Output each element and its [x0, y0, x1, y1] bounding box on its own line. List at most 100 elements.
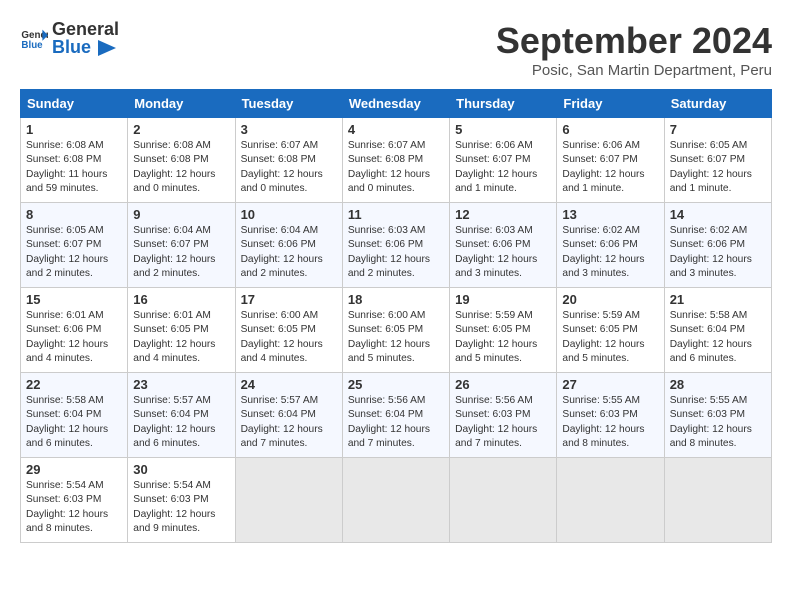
calendar-cell: 19Sunrise: 5:59 AM Sunset: 6:05 PM Dayli…	[450, 288, 557, 373]
calendar-cell	[557, 458, 664, 543]
day-info: Sunrise: 6:03 AM Sunset: 6:06 PM Dayligh…	[348, 224, 444, 281]
calendar-cell: 9Sunrise: 6:04 AM Sunset: 6:07 PM Daylig…	[128, 203, 235, 288]
day-info: Sunrise: 5:59 AM Sunset: 6:05 PM Dayligh…	[562, 309, 658, 366]
day-number: 10	[241, 207, 337, 222]
calendar-cell	[450, 458, 557, 543]
calendar-cell: 22 Sunrise: 5:58 AM Sunset: 6:04 PM Dayli…	[21, 373, 128, 458]
day-info: Sunrise: 6:04 AM Sunset: 6:06 PM Dayligh…	[241, 224, 337, 281]
calendar-cell: 12 Sunrise: 6:03 AM Sunset: 6:06 PM Dayli…	[450, 203, 557, 288]
day-info: Sunrise: 5:56 AM Sunset: 6:04 PM Dayligh…	[348, 394, 444, 451]
day-number: 16	[133, 292, 229, 307]
day-info: Sunrise: 5:57 AM Sunset: 6:04 PM Dayligh…	[133, 394, 229, 451]
day-number: 2	[133, 122, 229, 137]
calendar-cell	[342, 458, 449, 543]
day-info: Sunrise: 5:58 AM Sunset: 6:04 PM Dayligh…	[670, 309, 766, 366]
day-info: Sunrise: 5:58 AM Sunset: 6:04 PM Dayligh…	[26, 394, 122, 451]
calendar-cell: 26 Sunrise: 5:56 AM Sunset: 6:03 PM Dayli…	[450, 373, 557, 458]
location: Posic, San Martin Department, Peru	[496, 62, 772, 79]
dow-header-saturday: Saturday	[664, 90, 771, 118]
logo-blue: Blue	[52, 37, 91, 57]
calendar-cell: 17Sunrise: 6:00 AM Sunset: 6:05 PM Dayli…	[235, 288, 342, 373]
dow-header-thursday: Thursday	[450, 90, 557, 118]
calendar-cell	[235, 458, 342, 543]
day-number: 22	[26, 377, 122, 392]
day-info: Sunrise: 6:08 AM Sunset: 6:08 PM Dayligh…	[133, 139, 229, 196]
day-info: Sunrise: 6:04 AM Sunset: 6:07 PM Dayligh…	[133, 224, 229, 281]
calendar-cell: 18 Sunrise: 6:00 AM Sunset: 6:05 PM Dayli…	[342, 288, 449, 373]
dow-header-tuesday: Tuesday	[235, 90, 342, 118]
day-number: 26	[455, 377, 551, 392]
calendar-cell: 13 Sunrise: 6:02 AM Sunset: 6:06 PM Dayli…	[557, 203, 664, 288]
day-info: Sunrise: 5:59 AM Sunset: 6:05 PM Dayligh…	[455, 309, 551, 366]
logo-arrow-icon	[98, 40, 116, 56]
day-number: 4	[348, 122, 444, 137]
day-number: 6	[562, 122, 658, 137]
calendar-cell: 30 Sunrise: 5:54 AM Sunset: 6:03 PM Dayli…	[128, 458, 235, 543]
calendar-cell: 1 Sunrise: 6:08 AM Sunset: 6:08 PM Daylig…	[21, 118, 128, 203]
day-number: 24	[241, 377, 337, 392]
day-info: Sunrise: 6:05 AM Sunset: 6:07 PM Dayligh…	[26, 224, 122, 281]
calendar-cell: 21 Sunrise: 5:58 AM Sunset: 6:04 PM Dayli…	[664, 288, 771, 373]
day-info: Sunrise: 6:06 AM Sunset: 6:07 PM Dayligh…	[455, 139, 551, 196]
calendar-cell: 6Sunrise: 6:06 AM Sunset: 6:07 PM Daylig…	[557, 118, 664, 203]
dow-header-sunday: Sunday	[21, 90, 128, 118]
calendar-cell: 16 Sunrise: 6:01 AM Sunset: 6:05 PM Dayli…	[128, 288, 235, 373]
day-info: Sunrise: 5:56 AM Sunset: 6:03 PM Dayligh…	[455, 394, 551, 451]
calendar-cell: 10 Sunrise: 6:04 AM Sunset: 6:06 PM Dayli…	[235, 203, 342, 288]
week-row-5: 29 Sunrise: 5:54 AM Sunset: 6:03 PM Dayli…	[21, 458, 772, 543]
day-number: 30	[133, 462, 229, 477]
day-number: 15	[26, 292, 122, 307]
day-number: 3	[241, 122, 337, 137]
day-info: Sunrise: 6:01 AM Sunset: 6:06 PM Dayligh…	[26, 309, 122, 366]
day-info: Sunrise: 6:03 AM Sunset: 6:06 PM Dayligh…	[455, 224, 551, 281]
day-info: Sunrise: 6:00 AM Sunset: 6:05 PM Dayligh…	[348, 309, 444, 366]
day-number: 27	[562, 377, 658, 392]
day-number: 28	[670, 377, 766, 392]
day-info: Sunrise: 6:08 AM Sunset: 6:08 PM Dayligh…	[26, 139, 122, 196]
day-info: Sunrise: 5:54 AM Sunset: 6:03 PM Dayligh…	[133, 479, 229, 536]
day-info: Sunrise: 5:55 AM Sunset: 6:03 PM Dayligh…	[670, 394, 766, 451]
day-number: 13	[562, 207, 658, 222]
day-number: 12	[455, 207, 551, 222]
week-row-1: 1 Sunrise: 6:08 AM Sunset: 6:08 PM Daylig…	[21, 118, 772, 203]
day-number: 17	[241, 292, 337, 307]
day-info: Sunrise: 5:54 AM Sunset: 6:03 PM Dayligh…	[26, 479, 122, 536]
day-info: Sunrise: 6:02 AM Sunset: 6:06 PM Dayligh…	[562, 224, 658, 281]
calendar-cell: 24Sunrise: 5:57 AM Sunset: 6:04 PM Dayli…	[235, 373, 342, 458]
calendar-cell: 8 Sunrise: 6:05 AM Sunset: 6:07 PM Daylig…	[21, 203, 128, 288]
day-info: Sunrise: 6:01 AM Sunset: 6:05 PM Dayligh…	[133, 309, 229, 366]
calendar-cell: 5Sunrise: 6:06 AM Sunset: 6:07 PM Daylig…	[450, 118, 557, 203]
logo: General Blue General Blue	[20, 20, 119, 56]
calendar-cell: 14 Sunrise: 6:02 AM Sunset: 6:06 PM Dayli…	[664, 203, 771, 288]
day-number: 1	[26, 122, 122, 137]
day-number: 29	[26, 462, 122, 477]
day-number: 18	[348, 292, 444, 307]
day-info: Sunrise: 6:02 AM Sunset: 6:06 PM Dayligh…	[670, 224, 766, 281]
day-number: 25	[348, 377, 444, 392]
calendar-cell: 3 Sunrise: 6:07 AM Sunset: 6:08 PM Daylig…	[235, 118, 342, 203]
week-row-3: 15 Sunrise: 6:01 AM Sunset: 6:06 PM Dayli…	[21, 288, 772, 373]
day-info: Sunrise: 6:07 AM Sunset: 6:08 PM Dayligh…	[241, 139, 337, 196]
week-row-4: 22 Sunrise: 5:58 AM Sunset: 6:04 PM Dayli…	[21, 373, 772, 458]
calendar-cell: 23 Sunrise: 5:57 AM Sunset: 6:04 PM Dayli…	[128, 373, 235, 458]
day-info: Sunrise: 6:05 AM Sunset: 6:07 PM Dayligh…	[670, 139, 766, 196]
day-number: 20	[562, 292, 658, 307]
calendar-cell: 2 Sunrise: 6:08 AM Sunset: 6:08 PM Daylig…	[128, 118, 235, 203]
title-area: September 2024 Posic, San Martin Departm…	[496, 20, 772, 79]
day-number: 8	[26, 207, 122, 222]
calendar-cell: 4Sunrise: 6:07 AM Sunset: 6:08 PM Daylig…	[342, 118, 449, 203]
calendar-cell: 27 Sunrise: 5:55 AM Sunset: 6:03 PM Dayli…	[557, 373, 664, 458]
dow-header-monday: Monday	[128, 90, 235, 118]
calendar-cell: 15 Sunrise: 6:01 AM Sunset: 6:06 PM Dayli…	[21, 288, 128, 373]
calendar-cell: 28 Sunrise: 5:55 AM Sunset: 6:03 PM Dayli…	[664, 373, 771, 458]
calendar-cell: 7 Sunrise: 6:05 AM Sunset: 6:07 PM Daylig…	[664, 118, 771, 203]
day-number: 21	[670, 292, 766, 307]
logo-general: General	[52, 19, 119, 39]
day-number: 14	[670, 207, 766, 222]
calendar-cell: 29 Sunrise: 5:54 AM Sunset: 6:03 PM Dayli…	[21, 458, 128, 543]
dow-header-friday: Friday	[557, 90, 664, 118]
day-number: 23	[133, 377, 229, 392]
day-number: 7	[670, 122, 766, 137]
calendar-cell: 25 Sunrise: 5:56 AM Sunset: 6:04 PM Dayli…	[342, 373, 449, 458]
day-info: Sunrise: 5:55 AM Sunset: 6:03 PM Dayligh…	[562, 394, 658, 451]
